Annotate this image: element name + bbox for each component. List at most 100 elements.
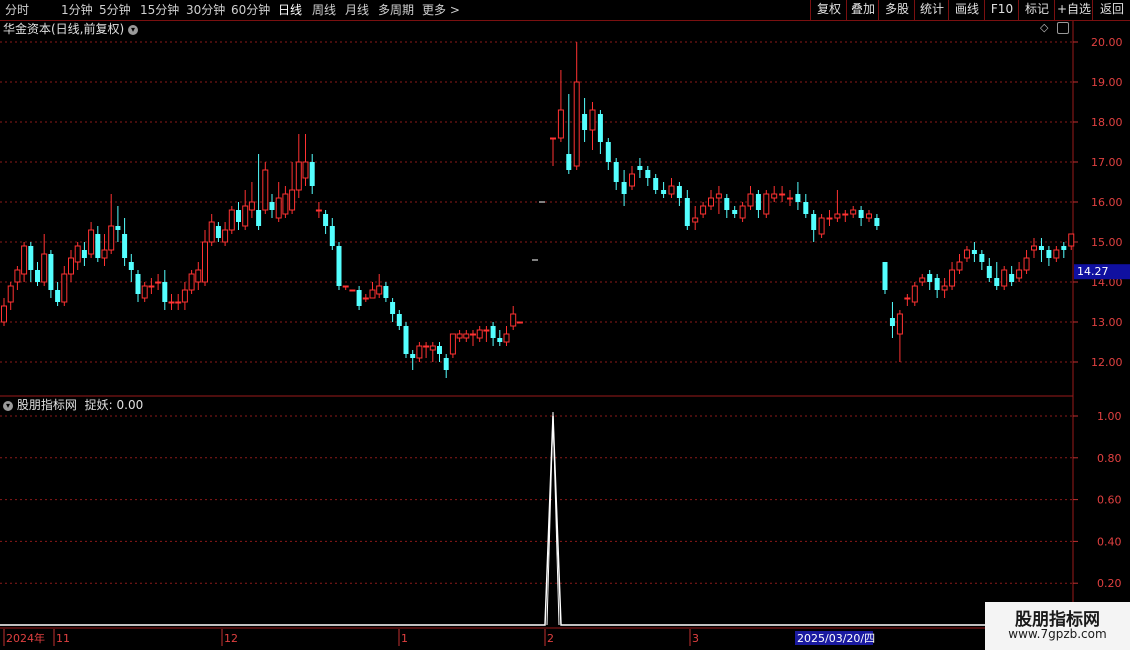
candle-body-down xyxy=(986,266,992,278)
candle-body-down xyxy=(661,190,667,194)
candle-body-down xyxy=(356,290,362,306)
date-label: 2 xyxy=(547,632,554,645)
candle-body-up xyxy=(148,285,155,288)
candle-body-up xyxy=(315,209,322,212)
candle-body-up xyxy=(416,345,423,359)
candle-body-up xyxy=(573,81,580,167)
indicator-tick-label: 0.40 xyxy=(1097,535,1122,548)
price-tick-label: 18.00 xyxy=(1091,116,1123,129)
candle-body-down xyxy=(323,214,329,226)
candle-body-up xyxy=(282,193,289,215)
indicator-tick-label: 0.20 xyxy=(1097,577,1122,590)
candle-body-up xyxy=(7,285,14,303)
candle-body-up xyxy=(550,137,556,140)
candle-body-up xyxy=(423,345,430,348)
price-tick-label: 12.00 xyxy=(1091,356,1123,369)
candle-body-down xyxy=(497,338,503,342)
candle-body-up xyxy=(866,213,872,219)
candle-body-up xyxy=(668,185,675,195)
candle-body-down xyxy=(597,114,603,142)
candle-body-up xyxy=(463,333,470,339)
candle-body-down xyxy=(1046,250,1052,258)
candle-body-up xyxy=(14,269,21,283)
candle-body-down xyxy=(566,154,572,170)
candle-body-up xyxy=(1001,269,1008,287)
candle-body-down xyxy=(803,202,809,214)
watermark: 股朋指标网 www.7gpzb.com xyxy=(985,602,1130,650)
candle-body-down xyxy=(443,358,449,370)
candle-body-up xyxy=(1016,269,1023,279)
candle-body-up xyxy=(155,281,162,284)
candle-body-up xyxy=(295,161,302,191)
candle-body-down xyxy=(676,186,682,198)
candle-body-down xyxy=(55,290,61,302)
candle-body-down xyxy=(128,262,134,270)
candle-body-up xyxy=(275,197,282,219)
candle-body-up xyxy=(449,333,456,355)
candle-body-down xyxy=(162,282,168,302)
price-tick-label: 15.00 xyxy=(1091,236,1123,249)
candle-body-up xyxy=(376,285,383,295)
candle-body-up xyxy=(763,193,770,215)
candle-body-down xyxy=(122,234,128,258)
candle-body-down xyxy=(874,218,880,226)
candle-body-down xyxy=(135,274,141,294)
candle-body-down xyxy=(621,182,627,194)
candle-body-up xyxy=(41,253,48,283)
candle-body-up xyxy=(919,277,926,283)
chart-canvas[interactable]: 20.0019.0018.0017.0016.0015.0014.0013.00… xyxy=(0,0,1130,650)
date-label: 11 xyxy=(56,632,70,645)
date-label: 12 xyxy=(224,632,238,645)
candle-body-up xyxy=(476,329,483,339)
candle-body-up xyxy=(911,285,918,303)
price-axis: 20.0019.0018.0017.0016.0015.0014.0013.00… xyxy=(1073,36,1130,590)
candle-body-down xyxy=(490,326,496,338)
cursor-date-label: 2025/03/20/四 xyxy=(797,632,875,645)
candle-body-down xyxy=(645,170,651,178)
candle-body-down xyxy=(979,254,985,262)
indicator-tick-label: 0.80 xyxy=(1097,452,1122,465)
candle-body-down xyxy=(81,250,87,258)
candle-body-up xyxy=(168,301,175,304)
candle-body-down xyxy=(653,178,659,190)
candle-body-up xyxy=(949,269,956,287)
candle-body-up xyxy=(248,201,255,211)
candle-body-up xyxy=(779,193,786,196)
candle-body-down xyxy=(795,194,801,202)
candle-body-up xyxy=(1031,245,1037,251)
candle-body-up xyxy=(369,289,376,299)
candle-body-up xyxy=(208,221,215,243)
date-label: 2024年 xyxy=(6,631,45,645)
candle-body-up xyxy=(302,161,309,179)
candle-body-up xyxy=(74,245,81,263)
candle-body-up xyxy=(181,289,188,303)
candle-body-down xyxy=(724,198,730,210)
candle-body-down xyxy=(994,278,1000,286)
candle-body-up xyxy=(108,225,115,251)
candle-body-up xyxy=(88,229,95,255)
candle-body-up xyxy=(692,217,699,223)
candle-body-down xyxy=(336,246,342,286)
candle-body-up xyxy=(842,213,849,216)
candle-body-down xyxy=(95,234,101,258)
candle-body-up xyxy=(516,321,523,324)
candle-body-up xyxy=(904,297,911,300)
candle-body-down xyxy=(889,318,895,326)
candle-body-up xyxy=(708,197,714,207)
candle-body-up xyxy=(1068,233,1075,247)
candle-body-down xyxy=(396,314,402,326)
candle-body-up xyxy=(503,333,510,343)
candle-body-up xyxy=(826,217,833,220)
candle-body-down xyxy=(35,270,40,282)
candle-body-up xyxy=(956,261,963,271)
candle-body-up xyxy=(68,257,74,275)
indicator-series xyxy=(0,411,1073,626)
candle-body-up xyxy=(818,217,825,235)
candle-body-down xyxy=(236,210,241,222)
candle-body-down xyxy=(437,346,442,354)
indicator-grid xyxy=(0,415,1073,584)
price-tick-label: 16.00 xyxy=(1091,196,1123,209)
candle-body-up xyxy=(787,197,793,200)
candle-body-up xyxy=(222,229,229,243)
candle-body-down xyxy=(1038,246,1044,250)
